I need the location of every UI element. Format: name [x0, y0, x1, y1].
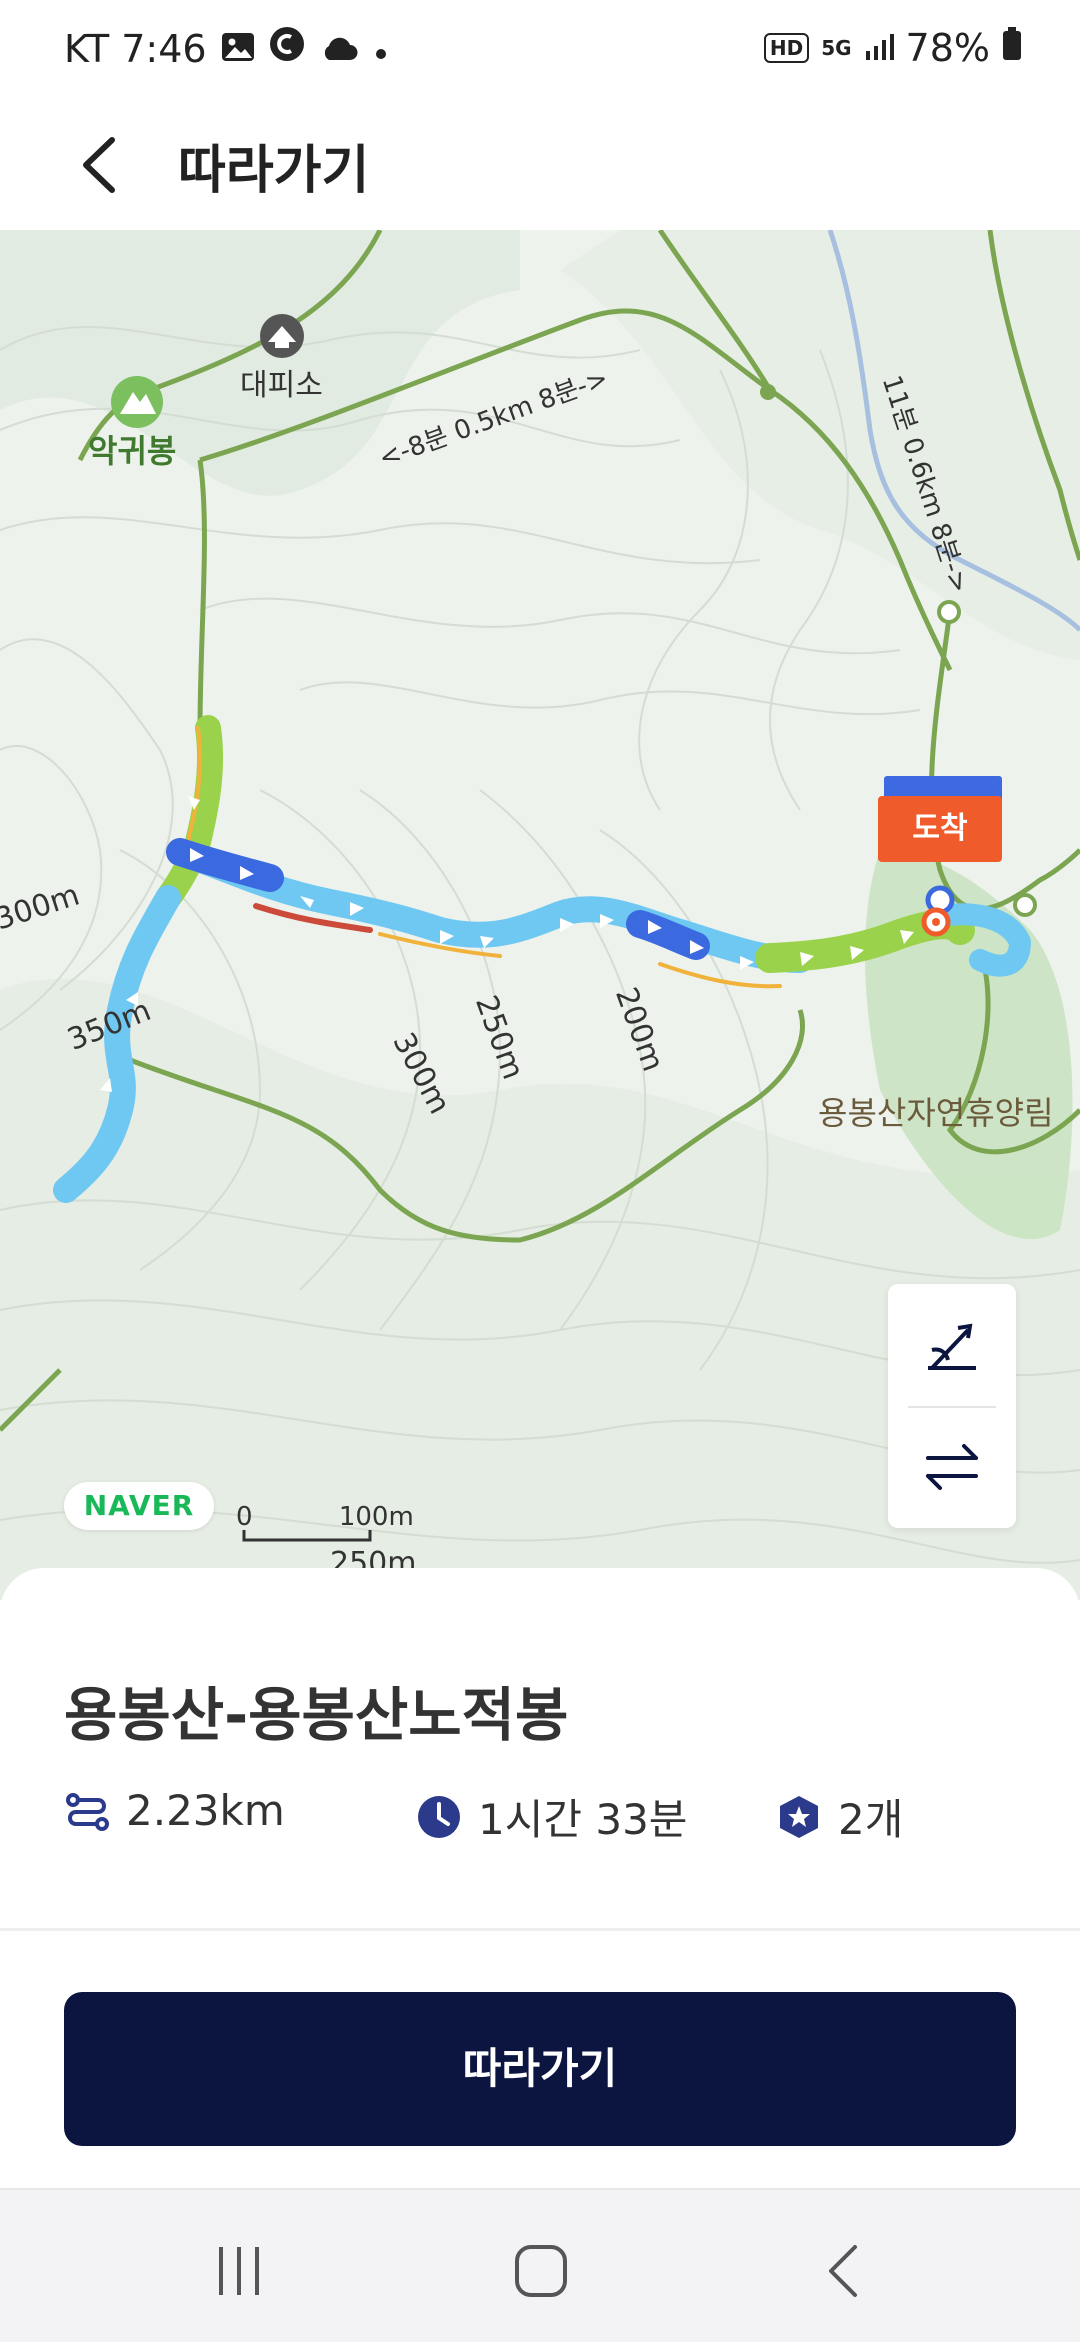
system-back-button[interactable]	[800, 2226, 890, 2316]
recent-apps-icon	[219, 2247, 259, 2295]
app-c-icon	[269, 26, 305, 71]
duration-value: 1시간 33분	[478, 1795, 688, 1844]
clock-icon	[418, 1795, 460, 1838]
cloud-icon	[319, 27, 359, 71]
elevation-toggle-button[interactable]	[912, 1306, 992, 1386]
battery-icon	[1002, 26, 1022, 70]
peak-label: 악귀봉	[88, 432, 177, 470]
status-right: HD 5G 78%	[763, 26, 1022, 70]
page-title: 따라가기	[178, 141, 370, 201]
forest-area-label: 용봉산자연휴양림	[818, 1094, 1054, 1132]
back-arrow-icon	[83, 137, 115, 193]
swap-icon	[926, 1444, 978, 1490]
course-name: 용봉산-용봉산노적봉	[64, 1681, 569, 1749]
gallery-icon	[221, 27, 255, 71]
checkpoint-value: 2개	[838, 1795, 904, 1844]
battery-percent: 78%	[905, 26, 990, 70]
network-type: 5G	[821, 36, 852, 60]
duration-stat: 1시간 33분	[416, 1786, 687, 1847]
distance-stat: 2.23km	[64, 1786, 285, 1835]
signal-icon	[864, 26, 894, 70]
back-chevron-icon	[829, 2245, 857, 2297]
stamp-badge-icon	[780, 1795, 818, 1838]
home-icon	[515, 2245, 567, 2297]
reverse-route-button[interactable]	[912, 1426, 992, 1506]
naver-logo: NAVER	[64, 1482, 214, 1530]
hd-icon: HD	[763, 33, 810, 63]
back-button[interactable]	[60, 120, 150, 210]
course-map[interactable]: 악귀봉 대피소 <-8분 0.5km 8분-> 11분 0.6km 8분-> 용…	[0, 230, 1080, 1600]
map-tools-panel	[888, 1284, 1016, 1528]
checkpoint-stat: 2개	[776, 1786, 903, 1847]
course-info-sheet: 용봉산-용봉산노적봉 2.23km 1시간 33분 2개 따라가기	[0, 1568, 1080, 2188]
scale-distance: 100m	[338, 1502, 414, 1532]
route-distance-icon	[66, 1792, 109, 1831]
app-header: 따라가기	[0, 100, 1080, 230]
system-nav-bar	[0, 2188, 1080, 2342]
shelter-label: 대피소	[240, 368, 323, 403]
status-bar: KT 7:46 HD 5G 78%	[0, 0, 1080, 100]
slope-icon	[928, 1323, 976, 1370]
course-stats: 2.23km 1시간 33분 2개	[64, 1786, 1024, 1856]
dot-icon	[373, 27, 389, 71]
distance-value: 2.23km	[126, 1786, 285, 1835]
recent-apps-button[interactable]	[194, 2226, 284, 2316]
arrive-badge: 도착	[878, 796, 1002, 862]
status-left: KT 7:46	[64, 26, 389, 71]
sheet-divider	[0, 1928, 1080, 1931]
map-scale: 0 100m	[236, 1502, 414, 1532]
tools-divider	[908, 1406, 996, 1408]
carrier-time: KT 7:46	[64, 26, 207, 71]
follow-button[interactable]: 따라가기	[64, 1992, 1016, 2146]
scale-zero: 0	[236, 1502, 253, 1532]
home-button[interactable]	[496, 2226, 586, 2316]
